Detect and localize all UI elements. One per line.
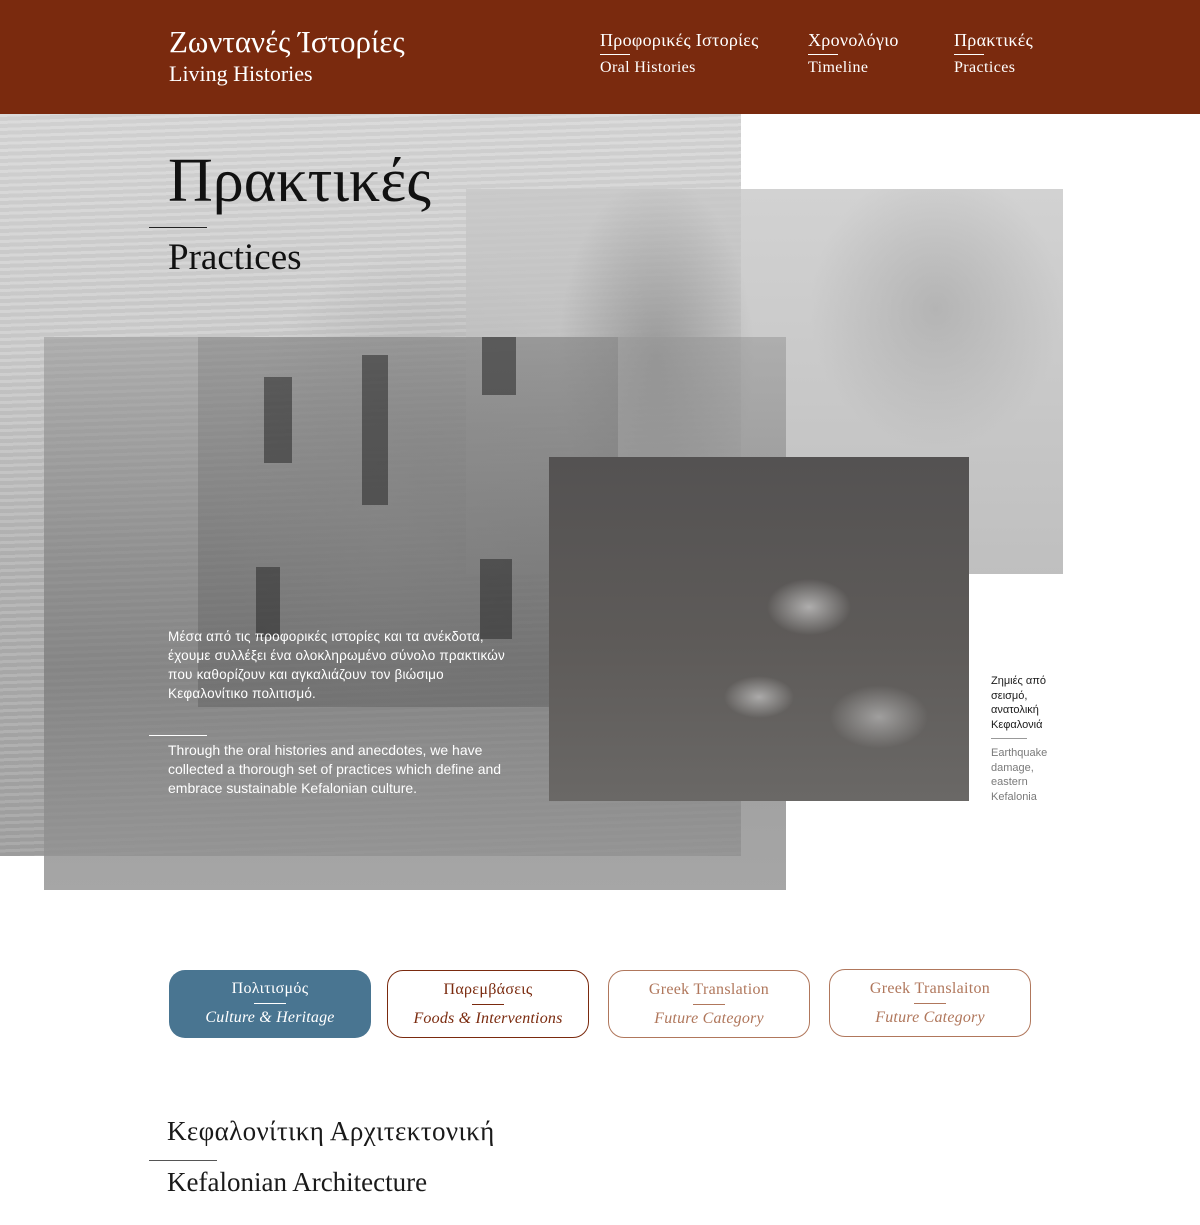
page-title-english: Practices bbox=[168, 237, 302, 278]
category-divider bbox=[254, 1003, 286, 1004]
category-future-button-1[interactable]: Greek Translation Future Category bbox=[608, 970, 810, 1038]
brand-title-greek[interactable]: Ζωντανές Ίστορίες bbox=[169, 24, 405, 60]
category-label-english: Future Category bbox=[875, 1009, 985, 1026]
category-label-english: Foods & Interventions bbox=[413, 1010, 563, 1027]
category-future-button-2[interactable]: Greek Translaiton Future Category bbox=[829, 969, 1031, 1037]
intro-text-greek: Μέσα από τις προφορικές ιστορίες και τα … bbox=[168, 629, 505, 701]
section-title-greek: Κεφαλονίτικη Αρχιτεκτονική bbox=[167, 1116, 495, 1146]
nav-timeline[interactable]: Χρονολόγιο Timeline bbox=[808, 30, 899, 77]
category-label-greek: Παρεμβάσεις bbox=[443, 981, 533, 998]
section-divider bbox=[149, 1160, 217, 1161]
section-title-english: Kefalonian Architecture bbox=[167, 1167, 428, 1197]
intro-text-english: Through the oral histories and anecdotes… bbox=[168, 742, 502, 796]
page-title-greek: Πρακτικές bbox=[168, 147, 431, 215]
intro-divider bbox=[149, 735, 207, 736]
photo-caption-greek: Ζημιές από σεισμό, ανατολική Κεφαλονιά bbox=[991, 675, 1046, 731]
category-culture-heritage-button[interactable]: Πολιτισμός Culture & Heritage bbox=[169, 970, 371, 1038]
nav-label-greek: Χρονολόγιο bbox=[808, 30, 899, 50]
earthquake-damage-photo bbox=[549, 457, 969, 801]
nav-label-greek: Προφορικές Ιστορίες bbox=[600, 30, 759, 50]
category-label-greek: Greek Translaiton bbox=[869, 980, 991, 997]
category-label-greek: Greek Translation bbox=[648, 981, 770, 998]
category-divider bbox=[472, 1004, 504, 1005]
photo-caption-english: Earthquake damage, eastern Kefalonia bbox=[991, 747, 1048, 803]
building-window bbox=[482, 337, 516, 395]
site-header: Ζωντανές Ίστορίες Living Histories Προφο… bbox=[0, 0, 1200, 114]
nav-divider bbox=[954, 54, 984, 55]
caption-divider bbox=[991, 738, 1027, 739]
nav-label-english: Oral Histories bbox=[600, 59, 696, 76]
nav-label-english: Timeline bbox=[808, 59, 869, 76]
category-foods-interventions-button[interactable]: Παρεμβάσεις Foods & Interventions bbox=[387, 970, 589, 1038]
category-label-english: Culture & Heritage bbox=[205, 1009, 335, 1026]
category-divider bbox=[693, 1004, 725, 1005]
category-label-english: Future Category bbox=[654, 1010, 764, 1027]
nav-oral-histories[interactable]: Προφορικές Ιστορίες Oral Histories bbox=[600, 30, 759, 77]
nav-practices[interactable]: Πρακτικές Practices bbox=[954, 30, 1033, 77]
category-label-greek: Πολιτισμός bbox=[231, 980, 309, 997]
building-window bbox=[362, 355, 388, 505]
nav-label-english: Practices bbox=[954, 59, 1016, 76]
nav-divider bbox=[808, 54, 838, 55]
nav-label-greek: Πρακτικές bbox=[954, 30, 1034, 50]
category-divider bbox=[914, 1003, 946, 1004]
building-window bbox=[264, 377, 292, 463]
brand-title-english[interactable]: Living Histories bbox=[169, 61, 313, 87]
title-divider bbox=[149, 227, 207, 228]
nav-divider bbox=[600, 54, 630, 55]
